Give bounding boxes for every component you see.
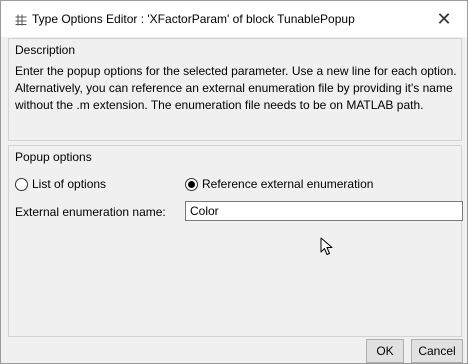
- radio-unchecked-icon[interactable]: [15, 177, 28, 191]
- external-enumeration-name-input[interactable]: [185, 201, 463, 221]
- description-section: Description Enter the popup options for …: [8, 38, 462, 141]
- radio-list-of-options-label[interactable]: List of options: [32, 177, 106, 191]
- external-enumeration-name-label: External enumeration name:: [15, 205, 166, 219]
- radio-reference-external-enumeration[interactable]: Reference external enumeration: [185, 176, 373, 192]
- popup-options-header: Popup options: [15, 150, 92, 164]
- description-header: Description: [15, 43, 76, 57]
- close-button[interactable]: ✕: [421, 1, 467, 37]
- radio-reference-external-label[interactable]: Reference external enumeration: [202, 177, 373, 191]
- popup-options-section: Popup options List of options Reference …: [8, 145, 463, 337]
- window-title: Type Options Editor : 'XFactorParam' of …: [32, 12, 355, 26]
- radio-list-of-options[interactable]: List of options: [15, 176, 106, 192]
- cancel-button-label[interactable]: Cancel: [418, 344, 455, 358]
- type-options-editor-dialog: Type Options Editor : 'XFactorParam' of …: [0, 0, 468, 364]
- ok-button-label[interactable]: OK: [376, 344, 393, 358]
- mouse-pointer-icon: [320, 237, 333, 255]
- description-text: Enter the popup options for the selected…: [15, 64, 457, 112]
- cancel-button[interactable]: Cancel: [411, 339, 463, 363]
- ok-button[interactable]: OK: [366, 339, 404, 363]
- title-bar[interactable]: Type Options Editor : 'XFactorParam' of …: [1, 1, 467, 37]
- close-icon: ✕: [436, 8, 452, 29]
- radio-checked-icon[interactable]: [185, 177, 198, 191]
- matlab-grid-icon: [15, 14, 27, 26]
